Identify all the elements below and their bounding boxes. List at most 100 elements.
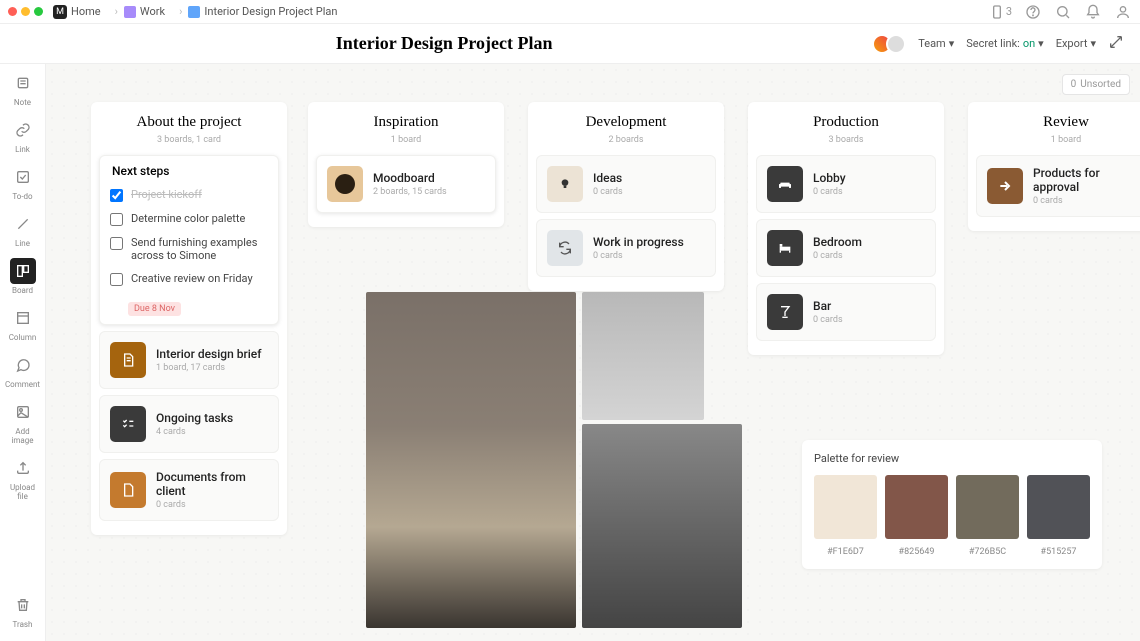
color-swatch[interactable]: #825649: [885, 475, 948, 557]
bed-icon: [767, 230, 803, 266]
board-card[interactable]: Documents from client0 cards: [99, 459, 279, 521]
breadcrumb-work[interactable]: Work: [124, 5, 165, 18]
column-title: Production: [756, 114, 936, 131]
comment-icon: [10, 352, 36, 378]
breadcrumb-home[interactable]: Home: [71, 5, 101, 18]
bulb-icon: [547, 166, 583, 202]
document-icon: [110, 342, 146, 378]
window-minimize[interactable]: [21, 7, 30, 16]
board-card[interactable]: Products for approval0 cards: [976, 155, 1140, 217]
moodboard-image[interactable]: [366, 292, 576, 628]
task-row[interactable]: Project kickoff: [108, 188, 270, 202]
secret-link-toggle[interactable]: Secret link: on ▾: [966, 37, 1043, 50]
color-swatch[interactable]: #F1E6D7: [814, 475, 877, 557]
board-card[interactable]: Bar0 cards: [756, 283, 936, 341]
moodboard-image[interactable]: [582, 292, 704, 420]
device-indicator[interactable]: 3: [988, 3, 1012, 21]
color-swatch[interactable]: #515257: [1027, 475, 1090, 557]
column-inspiration[interactable]: Inspiration 1 board Moodboard2 boards, 1…: [308, 102, 504, 227]
tool-trash[interactable]: Trash: [5, 592, 41, 629]
column-meta: 3 boards, 1 card: [99, 135, 279, 145]
avatar: [886, 34, 906, 54]
task-checkbox[interactable]: [110, 189, 123, 202]
device-icon: [988, 3, 1006, 21]
board-icon: [10, 258, 36, 284]
board-card[interactable]: Interior design brief1 board, 17 cards: [99, 331, 279, 389]
breadcrumb-bar: M Home › Work › Interior Design Project …: [0, 0, 1140, 24]
board-card[interactable]: Moodboard2 boards, 15 cards: [316, 155, 496, 213]
column-icon: [10, 305, 36, 331]
tool-upload-file[interactable]: Upload file: [5, 455, 41, 501]
board-card[interactable]: Ideas0 cards: [536, 155, 716, 213]
board-card[interactable]: Ongoing tasks4 cards: [99, 395, 279, 453]
tool-line[interactable]: Line: [5, 211, 41, 248]
moodboard-image[interactable]: [582, 424, 742, 628]
task-row[interactable]: Send furnishing examples across to Simon…: [108, 236, 270, 262]
column-development[interactable]: Development 2 boards Ideas0 cards Work i…: [528, 102, 724, 291]
tool-link[interactable]: Link: [5, 117, 41, 154]
unsorted-button[interactable]: 0Unsorted: [1062, 74, 1130, 95]
column-meta: 1 board: [976, 135, 1140, 145]
palette-card[interactable]: Palette for review #F1E6D7 #825649 #726B…: [802, 440, 1102, 569]
window-close[interactable]: [8, 7, 17, 16]
tool-comment[interactable]: Comment: [5, 352, 41, 389]
task-row[interactable]: Determine color palette: [108, 212, 270, 226]
glass-icon: [767, 294, 803, 330]
circle-icon: [327, 166, 363, 202]
document-icon: [110, 472, 146, 508]
window-maximize[interactable]: [34, 7, 43, 16]
palette-title: Palette for review: [814, 452, 1090, 465]
image-icon: [10, 399, 36, 425]
board-card[interactable]: Work in progress0 cards: [536, 219, 716, 277]
page-header: Interior Design Project Plan Team ▾ Secr…: [0, 24, 1140, 64]
bell-icon[interactable]: [1084, 3, 1102, 21]
task-checkbox[interactable]: [110, 213, 123, 226]
board-card[interactable]: Bedroom0 cards: [756, 219, 936, 277]
page-title: Interior Design Project Plan: [336, 33, 553, 54]
column-review[interactable]: Review 1 board Products for approval0 ca…: [968, 102, 1140, 231]
color-swatch[interactable]: #726B5C: [956, 475, 1019, 557]
tool-board[interactable]: Board: [5, 258, 41, 295]
checklist-icon: [110, 406, 146, 442]
chevron-right-icon: ›: [115, 5, 118, 18]
tool-note[interactable]: Note: [5, 70, 41, 107]
chevron-right-icon: ›: [179, 5, 182, 18]
tool-todo[interactable]: To-do: [5, 164, 41, 201]
expand-icon[interactable]: [1108, 34, 1124, 53]
app-logo-icon[interactable]: M: [53, 5, 67, 19]
search-icon[interactable]: [1054, 3, 1072, 21]
column-title: Review: [976, 114, 1140, 131]
chevron-down-icon: ▾: [949, 37, 955, 50]
tool-sidebar: Note Link To-do Line Board Column Commen…: [0, 64, 46, 641]
task-row[interactable]: Creative review on Friday: [108, 272, 270, 286]
team-dropdown[interactable]: Team ▾: [918, 37, 954, 50]
export-dropdown[interactable]: Export ▾: [1056, 37, 1096, 50]
column-production[interactable]: Production 3 boards Lobby0 cards Bedroom…: [748, 102, 944, 355]
link-icon: [10, 117, 36, 143]
arrow-right-icon: [987, 168, 1023, 204]
column-title: About the project: [99, 114, 279, 131]
chevron-down-icon: ▾: [1038, 37, 1044, 50]
next-steps-card[interactable]: Next steps Project kickoff Determine col…: [99, 155, 279, 325]
card-title: Next steps: [108, 164, 270, 178]
column-meta: 1 board: [316, 135, 496, 145]
tool-add-image[interactable]: Add image: [5, 399, 41, 445]
task-checkbox[interactable]: [110, 273, 123, 286]
sync-icon: [547, 230, 583, 266]
upload-icon: [10, 455, 36, 481]
breadcrumb-page[interactable]: Interior Design Project Plan: [188, 5, 337, 18]
canvas[interactable]: 0Unsorted About the project 3 boards, 1 …: [46, 64, 1140, 641]
help-icon[interactable]: [1024, 3, 1042, 21]
column-title: Inspiration: [316, 114, 496, 131]
note-icon: [10, 70, 36, 96]
tool-column[interactable]: Column: [5, 305, 41, 342]
column-title: Development: [536, 114, 716, 131]
folder-icon: [124, 6, 136, 18]
task-checkbox[interactable]: [110, 237, 123, 250]
collaborator-avatars[interactable]: [872, 34, 906, 54]
sofa-icon: [767, 166, 803, 202]
user-icon[interactable]: [1114, 3, 1132, 21]
board-icon: [188, 6, 200, 18]
column-about[interactable]: About the project 3 boards, 1 card Next …: [91, 102, 287, 535]
board-card[interactable]: Lobby0 cards: [756, 155, 936, 213]
